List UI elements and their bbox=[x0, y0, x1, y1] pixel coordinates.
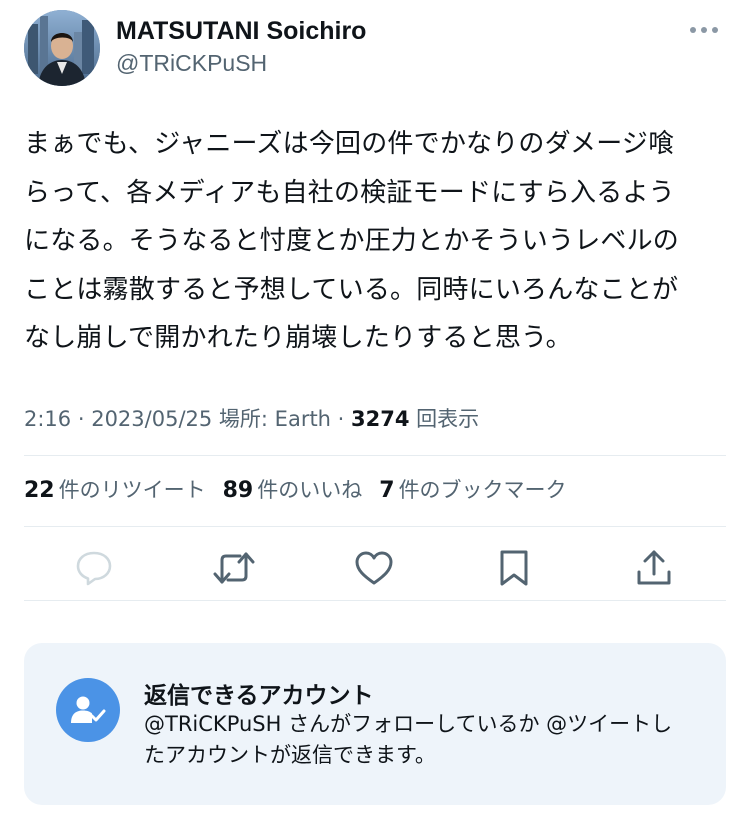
tweet-text-line: ことは霧散すると予想している。同時にいろんなことが bbox=[24, 274, 679, 305]
likes-count: 89 bbox=[222, 478, 254, 503]
likes-label: 件のいいね bbox=[257, 478, 363, 502]
tweet-text-line: になる。そうなると忖度とか圧力とかそういうレベルの bbox=[24, 226, 680, 256]
heart-icon bbox=[355, 551, 393, 585]
meta-separator: · bbox=[331, 407, 352, 431]
bookmark-icon bbox=[500, 550, 528, 586]
retweets-stat[interactable]: 22 件のリツイート bbox=[24, 474, 206, 504]
user-check-icon bbox=[56, 678, 120, 742]
views-label: 回表示 bbox=[409, 407, 480, 431]
tweet-header: MATSUTANI Soichiro @TRiCKPuSH bbox=[24, 8, 726, 88]
tweet-text-line: らって、各メディアも自社の検証モードにすら入るよう bbox=[24, 177, 675, 208]
reply-button[interactable] bbox=[70, 544, 118, 592]
tweet-meta: 2:16 · 2023/05/25 場所: Earth · 3274 回表示 bbox=[24, 403, 479, 433]
like-button[interactable] bbox=[350, 544, 398, 592]
reply-icon bbox=[76, 551, 112, 586]
retweet-button[interactable] bbox=[210, 544, 258, 592]
divider bbox=[24, 526, 726, 527]
bookmarks-stat[interactable]: 7 件のブックマーク bbox=[379, 474, 566, 504]
divider bbox=[24, 600, 726, 601]
author-handle[interactable]: @TRiCKPuSH bbox=[116, 50, 267, 77]
reply-restriction-title: 返信できるアカウント bbox=[144, 683, 374, 709]
more-options-icon[interactable] bbox=[684, 18, 724, 42]
tweet-stats: 22 件のリツイート 89 件のいいね 7 件のブックマーク bbox=[24, 474, 584, 504]
author-name[interactable]: MATSUTANI Soichiro bbox=[116, 17, 366, 46]
tweet-text: まぁでも、ジャニーズは今回の件でかなりのダメージ喰 らって、各メディアも自社の検… bbox=[24, 120, 730, 363]
retweet-icon bbox=[213, 552, 255, 584]
share-icon bbox=[637, 550, 671, 585]
retweets-label: 件のリツイート bbox=[58, 478, 206, 502]
avatar[interactable] bbox=[24, 10, 100, 86]
meta-separator: · bbox=[71, 407, 92, 431]
views-count: 3274 bbox=[351, 407, 410, 431]
bookmarks-count: 7 bbox=[379, 478, 395, 503]
reply-restriction-card: 返信できるアカウント @TRiCKPuSH さんがフォローしているか @ツイート… bbox=[24, 643, 726, 805]
tweet-text-line: なし崩しで開かれたり崩壊したりすると思う。 bbox=[24, 323, 572, 353]
likes-stat[interactable]: 89 件のいいね bbox=[223, 474, 363, 504]
tweet-text-line: まぁでも、ジャニーズは今回の件でかなりのダメージ喰 bbox=[24, 129, 675, 159]
tweet-date[interactable]: 2023/05/25 bbox=[91, 407, 212, 431]
share-button[interactable] bbox=[630, 544, 678, 592]
tweet-location: 場所: Earth bbox=[212, 407, 331, 431]
reply-restriction-description: @TRiCKPuSH さんがフォローしているか @ツイートしたアカウントが返信で… bbox=[144, 712, 673, 767]
divider bbox=[24, 455, 726, 456]
action-bar bbox=[24, 540, 726, 596]
bookmarks-label: 件のブックマーク bbox=[398, 478, 567, 502]
tweet-time[interactable]: 2:16 bbox=[24, 407, 71, 431]
retweets-count: 22 bbox=[24, 478, 55, 503]
bookmark-button[interactable] bbox=[490, 544, 538, 592]
